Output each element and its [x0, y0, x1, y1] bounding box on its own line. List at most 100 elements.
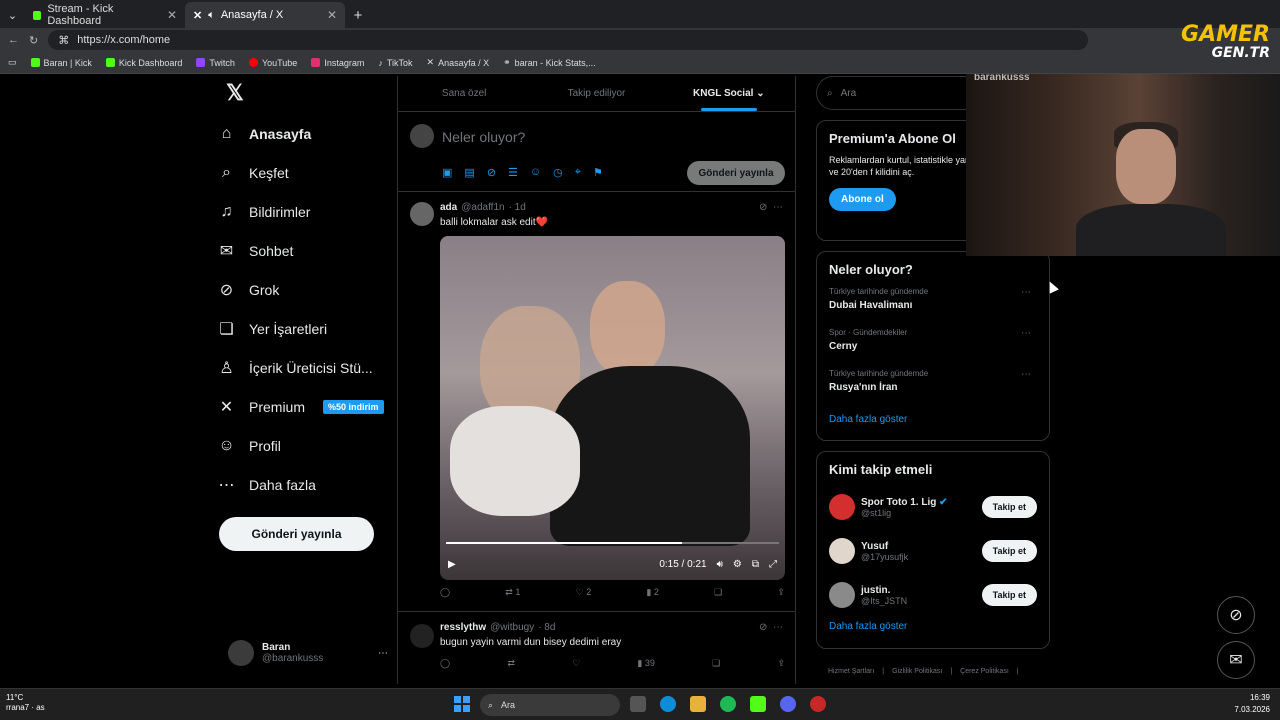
bookmark-youtube[interactable]: YouTube [248, 58, 297, 68]
taskbar-search[interactable]: ⌕ Ara [480, 694, 620, 716]
bookmark-tiktok[interactable]: ♪ TikTok [378, 58, 412, 68]
task-view-icon[interactable] [630, 696, 646, 712]
like-button[interactable]: ♡ 2 [576, 587, 592, 598]
volume-icon[interactable]: 🔊︎ [717, 559, 723, 570]
more-icon[interactable]: ⋯ [1021, 328, 1031, 339]
account-switcher[interactable]: Baran @barankusss ⋯ [228, 640, 388, 666]
post-item[interactable]: resslythw @witbugy · 8d ⊘ ⋯ bugun yayin … [398, 612, 795, 684]
more-icon[interactable]: ⋯ [773, 202, 783, 213]
follow-suggestion[interactable]: Spor Toto 1. Lig ✔ @st1lig Takip et [829, 485, 1037, 529]
nav-item-8[interactable]: ☺ Profil [218, 426, 398, 465]
follow-button[interactable]: Takip et [981, 584, 1037, 606]
grok-icon[interactable]: ⊘ [759, 622, 767, 633]
gif-icon[interactable]: ▤ [464, 166, 474, 179]
grok-icon[interactable]: ⊘ [759, 202, 767, 213]
video-player[interactable]: ▶ 0:15 / 0:21 🔊︎ ⚙ ⧉ ⤢ [440, 236, 785, 580]
views-button[interactable]: ▮ 39 [637, 658, 654, 669]
poll-icon[interactable]: ☰ [508, 166, 518, 179]
start-button[interactable] [454, 696, 470, 712]
new-tab-button[interactable]: + [345, 2, 371, 28]
avatar[interactable] [829, 582, 855, 608]
reload-icon[interactable]: ↻ [29, 34, 38, 47]
follow-button[interactable]: Takip et [981, 496, 1037, 518]
play-icon[interactable]: ▶ [448, 559, 456, 570]
show-more-trends-link[interactable]: Daha fazla göster [829, 414, 1037, 425]
repost-button[interactable]: ⇄ 1 [505, 587, 520, 598]
footer-link[interactable]: Çerez Politikası [960, 668, 1009, 675]
tab-list-button[interactable]: ⌄ [0, 2, 25, 28]
bookmark-instagram[interactable]: Instagram [311, 58, 364, 68]
follow-suggestion[interactable]: Yusuf @17yusufjk Takip et [829, 529, 1037, 573]
more-icon[interactable]: ⋯ [378, 648, 388, 659]
pip-icon[interactable]: ⧉ [752, 559, 759, 570]
bookmark-icon[interactable]: ❏ [714, 587, 722, 598]
messages-fab[interactable]: ✉ [1217, 641, 1255, 679]
reply-icon[interactable]: ◯ [440, 658, 450, 669]
trend-item[interactable]: Spor · Gündemdekiler Cerny ⋯ [829, 328, 1037, 359]
edge-icon[interactable] [660, 696, 676, 712]
back-icon[interactable]: ← [8, 34, 19, 46]
spotify-icon[interactable] [720, 696, 736, 712]
compose-input[interactable]: Neler oluyor? [442, 129, 525, 145]
post-author-name[interactable]: resslythw [440, 622, 486, 633]
reply-button[interactable]: ◯ [440, 587, 450, 598]
nav-item-1[interactable]: ⌕ Keşfet [218, 153, 398, 192]
nav-item-5[interactable]: ❏ Yer İşaretleri [218, 309, 398, 348]
post-author-handle[interactable]: @adaff1n [461, 202, 504, 213]
bookmark-kick-dashboard[interactable]: Kick Dashboard [105, 58, 182, 68]
nav-item-2[interactable]: ♫ Bildirimler [218, 192, 398, 231]
settings-icon[interactable]: ⚙ [733, 559, 742, 570]
fullscreen-icon[interactable]: ⤢ [769, 559, 777, 570]
x-logo-icon[interactable]: 𝕏 [218, 76, 398, 114]
nav-item-6[interactable]: ♙ İçerik Üreticisi Stü... [218, 348, 398, 387]
bookmark-icon[interactable]: ❏ [712, 658, 720, 669]
more-icon[interactable]: ⋯ [1021, 369, 1031, 380]
post-author-handle[interactable]: @witbugy [490, 622, 534, 633]
tab-kngl-social[interactable]: KNGL Social ⌄ [663, 76, 795, 111]
nav-item-7[interactable]: ✕ Premium %50 indirim [218, 387, 398, 426]
post-time[interactable]: · 8d [538, 622, 555, 633]
location-icon[interactable]: ⌖ [575, 166, 581, 179]
close-tab-icon[interactable]: ✕ [167, 8, 177, 22]
avatar[interactable] [410, 202, 434, 226]
bookmark-kick-stats[interactable]: ⚭ baran - Kick Stats,... [503, 57, 596, 68]
site-info-icon[interactable]: ⌘ [58, 34, 69, 47]
share-icon[interactable]: ⇪ [777, 587, 785, 598]
avatar[interactable] [829, 538, 855, 564]
nav-item-4[interactable]: ⊘ Grok [218, 270, 398, 309]
discord-icon[interactable] [780, 696, 796, 712]
video-progress-bar[interactable] [446, 542, 779, 544]
kick-app-icon[interactable] [750, 696, 766, 712]
post-button[interactable]: Gönderi yayınla [219, 517, 374, 551]
tab-following[interactable]: Takip ediliyor [530, 76, 662, 111]
bookmarks-menu-icon[interactable]: ▭ [8, 57, 17, 68]
tab-for-you[interactable]: Sana özel [398, 76, 530, 111]
nav-item-0[interactable]: ⌂ Anasayfa [218, 114, 398, 153]
nav-item-9[interactable]: ⋯ Daha fazla [218, 465, 398, 504]
trend-item[interactable]: Türkiye tarihinde gündemde Dubai Havalima… [829, 287, 1037, 318]
bookmark-x[interactable]: ✕ Anasayfa / X [427, 57, 490, 68]
more-icon[interactable]: ⋯ [1021, 287, 1031, 298]
tab-kick-dashboard[interactable]: Stream - Kick Dashboard ✕ [25, 2, 185, 28]
more-icon[interactable]: ⋯ [773, 622, 783, 633]
post-item[interactable]: ada @adaff1n · 1d ⊘ ⋯ balli lokmalar ask… [398, 192, 795, 612]
grok-icon[interactable]: ⊘ [487, 166, 496, 179]
grok-fab[interactable]: ⊘ [1217, 596, 1255, 634]
follow-button[interactable]: Takip et [981, 540, 1037, 562]
emoji-icon[interactable]: ☺ [530, 166, 541, 179]
image-icon[interactable]: ▣ [442, 166, 452, 179]
bookmark-baran-kick[interactable]: Baran | Kick [30, 58, 92, 68]
post-time[interactable]: · 1d [509, 202, 526, 213]
subscribe-button[interactable]: Abone ol [829, 188, 896, 211]
close-tab-icon[interactable]: ✕ [327, 8, 337, 22]
repost-icon[interactable]: ⇄ [507, 658, 515, 669]
tab-x-home[interactable]: ✕ 🔈︎ Anasayfa / X ✕ [185, 2, 345, 28]
views-button[interactable]: ▮ 2 [646, 587, 658, 598]
nav-item-3[interactable]: ✉ Sohbet [218, 231, 398, 270]
schedule-icon[interactable]: ◷ [553, 166, 563, 179]
post-author-name[interactable]: ada [440, 202, 457, 213]
compose-post-button[interactable]: Gönderi yayınla [687, 161, 785, 185]
flag-icon[interactable]: ⚑ [593, 166, 603, 179]
file-explorer-icon[interactable] [690, 696, 706, 712]
weather-widget[interactable]: 11°C rrana7 · as [6, 693, 45, 713]
